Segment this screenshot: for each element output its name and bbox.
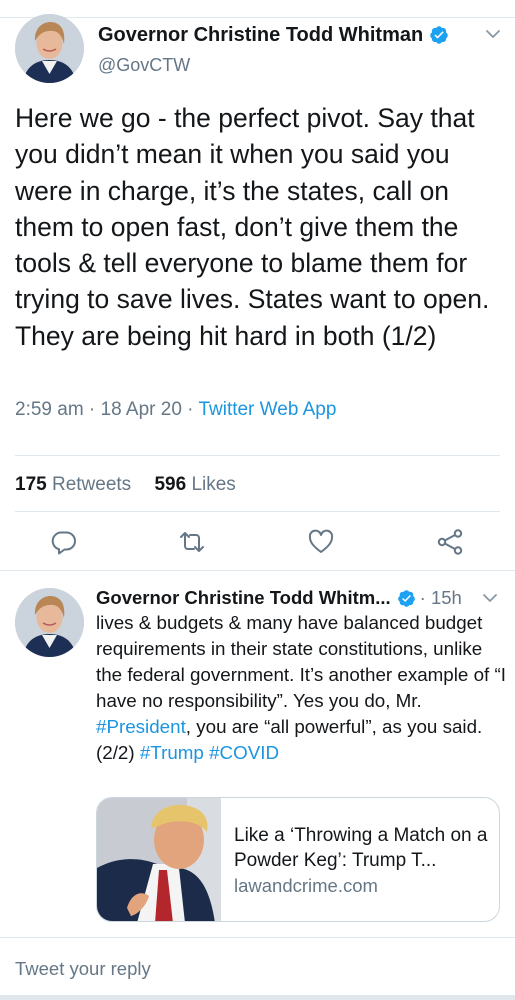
hashtag-link[interactable]: #President [96, 716, 186, 737]
reply-input[interactable]: Tweet your reply [15, 958, 151, 980]
tweet-time: 2:59 am [15, 399, 84, 420]
author-handle[interactable]: @GovCTW [98, 55, 190, 76]
main-author-row: Governor Christine Todd Whitman [98, 22, 449, 48]
hashtag-link[interactable]: #Trump [140, 742, 204, 763]
reply-avatar[interactable] [15, 588, 84, 657]
divider [15, 455, 500, 456]
card-domain: lawandcrime.com [234, 875, 378, 896]
reply-text: lives & budgets & many have balanced bud… [96, 610, 506, 765]
divider [0, 570, 515, 571]
author-name[interactable]: Governor Christine Todd Whitman [98, 24, 423, 47]
reply-author-row: Governor Christine Todd Whitm... · 15h [96, 585, 462, 611]
verified-badge-icon [430, 26, 448, 44]
divider [0, 937, 515, 938]
main-avatar[interactable] [15, 14, 84, 83]
top-border [0, 0, 515, 18]
meta-separator: · [83, 399, 101, 420]
likes-stat[interactable]: 596 Likes [154, 474, 235, 495]
tweet-actions [0, 510, 515, 560]
meta-separator: · [181, 399, 199, 420]
share-icon[interactable] [436, 528, 464, 556]
retweets-count: 175 [15, 474, 47, 495]
tweet-source-link[interactable]: Twitter Web App [198, 399, 336, 420]
retweet-icon[interactable] [178, 528, 206, 556]
reply-time[interactable]: · 15h [420, 587, 462, 609]
chevron-down-icon[interactable] [481, 589, 499, 607]
reply-text-part: lives & budgets & many have balanced bud… [96, 612, 506, 711]
chevron-down-icon[interactable] [484, 25, 502, 43]
hashtag-link[interactable]: #COVID [209, 742, 279, 763]
retweets-stat[interactable]: 175 Retweets [15, 474, 131, 495]
retweets-label: Retweets [51, 474, 132, 495]
likes-label: Likes [191, 474, 236, 495]
tweet-meta: 2:59 am · 18 Apr 20 · Twitter Web App [15, 399, 336, 421]
tweet-stats: 175 Retweets 596 Likes [15, 474, 254, 496]
link-preview-card[interactable]: Like a ‘Throwing a Match on a Powder Keg… [96, 797, 500, 922]
tweet-text: Here we go - the perfect pivot. Say that… [15, 103, 490, 351]
reply-icon[interactable] [50, 528, 78, 556]
like-icon[interactable] [307, 528, 335, 556]
reply-author-name[interactable]: Governor Christine Todd Whitm... [96, 587, 391, 609]
card-title: Like a ‘Throwing a Match on a Powder Keg… [234, 825, 488, 871]
likes-count: 596 [154, 474, 187, 495]
tweet-date: 18 Apr 20 [100, 399, 182, 420]
verified-badge-icon [397, 589, 415, 607]
bottom-edge [0, 995, 515, 1000]
card-thumbnail-image [97, 798, 221, 921]
